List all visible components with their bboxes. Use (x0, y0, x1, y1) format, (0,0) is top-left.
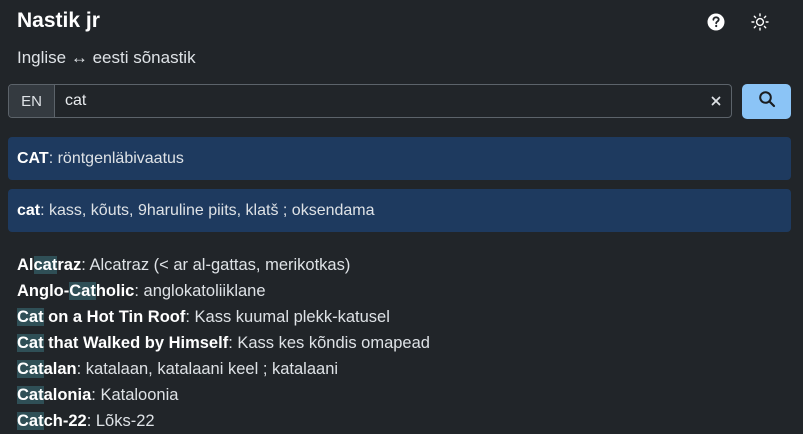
translation: : Kataloonia (91, 386, 179, 404)
headword: Anglo-Catholic (17, 282, 135, 300)
result-item[interactable]: Alcatraz: Alcatraz (< ar al-gattas, meri… (17, 252, 787, 278)
result-item[interactable]: Catch-22: Lõks-22 (17, 408, 787, 434)
headword: Cat on a Hot Tin Roof (17, 308, 186, 326)
translation: : Alcatraz (< ar al-gattas, merikotkas) (81, 256, 351, 274)
result-item[interactable]: Catalonia: Kataloonia (17, 382, 787, 408)
headword: Cat that Walked by Himself (17, 334, 229, 352)
match-highlight: Cat (17, 334, 44, 352)
match-highlight: Cat (17, 386, 44, 404)
search-input[interactable] (55, 85, 701, 117)
translation: : kass, kõuts, 9haruline piits, klatš ; … (40, 201, 375, 219)
headword: CAT (17, 149, 49, 167)
search-icon (758, 90, 776, 113)
result-item[interactable]: Catalan: katalaan, katalaani keel ; kata… (17, 356, 787, 382)
language-toggle-button[interactable]: EN (9, 85, 55, 117)
search-button[interactable] (742, 84, 791, 119)
translation: : Lõks-22 (86, 412, 155, 430)
headword: Catch-22 (17, 412, 87, 430)
translation: : katalaan, katalaani keel ; katalaani (76, 360, 339, 378)
app-subtitle: Inglise ↔ eesti sõnastik (17, 48, 196, 67)
headword: Catalonia (17, 386, 92, 404)
headword: cat (17, 201, 41, 219)
result-item[interactable]: Anglo-Catholic: anglokatoliiklane (17, 278, 787, 304)
translation: : Kass kes kõndis omapead (228, 334, 430, 352)
headword: Catalan (17, 360, 77, 378)
match-highlight: cat (33, 256, 58, 274)
exact-match-card[interactable]: CAT: röntgenläbivaatus (8, 137, 791, 180)
match-highlight: Cat (17, 412, 44, 430)
match-highlight: Cat (17, 360, 44, 378)
search-group: EN (8, 84, 732, 118)
app-title: Nastik jr (17, 9, 100, 32)
match-highlight: Cat (69, 282, 96, 300)
result-item[interactable]: Cat on a Hot Tin Roof: Kass kuumal plekk… (17, 304, 787, 330)
result-item[interactable]: Cat that Walked by Himself: Kass kes kõn… (17, 330, 787, 356)
translation: : röntgenläbivaatus (48, 149, 184, 167)
exact-match-card[interactable]: cat: kass, kõuts, 9haruline piits, klatš… (8, 189, 791, 232)
results-list: Alcatraz: Alcatraz (< ar al-gattas, meri… (17, 252, 787, 434)
sun-icon[interactable] (751, 13, 769, 31)
headword: Alcatraz (17, 256, 82, 274)
translation: : Kass kuumal plekk-katusel (185, 308, 390, 326)
close-icon[interactable] (701, 85, 731, 117)
match-highlight: Cat (17, 308, 44, 326)
question-circle-icon[interactable] (707, 13, 725, 31)
translation: : anglokatoliiklane (134, 282, 266, 300)
